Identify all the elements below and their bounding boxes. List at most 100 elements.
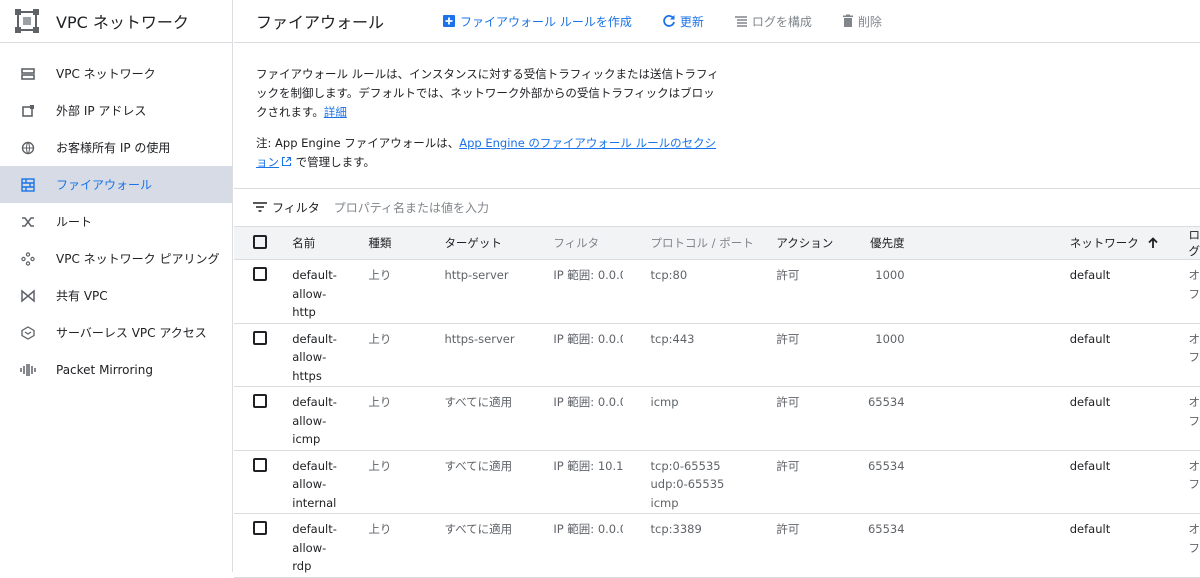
column-filter[interactable]: フィルタ [553, 227, 650, 260]
sidebar-item-vpc-network[interactable]: VPC ネットワーク [0, 55, 232, 92]
rule-name[interactable]: default-allow-rdp [292, 514, 368, 578]
sidebar-item-label: VPC ネットワーク ピアリング [56, 250, 219, 267]
sidebar-item-label: 共有 VPC [56, 287, 108, 304]
rule-action: 許可 [776, 514, 868, 578]
rule-target: https-server [444, 323, 553, 387]
row-checkbox[interactable] [253, 267, 267, 281]
column-action[interactable]: アクション [776, 227, 868, 260]
rule-filter: IP 範囲: 0.0.0 [553, 520, 623, 539]
column-type[interactable]: 種類 [368, 227, 444, 260]
row-checkbox[interactable] [253, 394, 267, 408]
sidebar-item-label: 外部 IP アドレス [56, 102, 146, 119]
rule-priority: 1000 [868, 323, 905, 387]
trash-icon [842, 14, 854, 28]
rule-type: 上り [368, 450, 444, 514]
sidebar: VPC ネットワーク VPC ネットワーク 外部 IP アドレス お客様所有 I… [0, 0, 233, 572]
column-protocol-port[interactable]: プロトコル / ポート [651, 227, 777, 260]
rule-priority: 1000 [868, 260, 905, 324]
vpc-network-icon [20, 66, 36, 82]
sidebar-item-packet-mirroring[interactable]: Packet Mirroring [0, 351, 232, 388]
table-header-row: 名前 種類 ターゲット フィルタ プロトコル / ポート アクション 優先度 ネ… [234, 227, 1200, 260]
filter-bar[interactable]: フィルタ プロパティ名または値を入力 [234, 188, 1200, 225]
sidebar-item-label: ルート [56, 213, 92, 230]
column-logs[interactable]: ログ [1189, 227, 1200, 260]
filter-input[interactable]: プロパティ名または値を入力 [334, 199, 489, 216]
row-checkbox[interactable] [253, 521, 267, 535]
sidebar-item-label: VPC ネットワーク [56, 65, 156, 82]
rule-type: 上り [368, 260, 444, 324]
firewall-icon [20, 177, 36, 193]
add-box-icon [442, 14, 456, 28]
rule-filter: IP 範囲: 0.0.0 [553, 330, 623, 349]
sidebar-item-label: お客様所有 IP の使用 [56, 139, 170, 156]
list-icon [734, 14, 748, 28]
rule-filter: IP 範囲: 0.0.0 [553, 393, 623, 412]
rule-logs: オフ [1189, 514, 1200, 578]
globe-icon [20, 140, 36, 156]
rule-name[interactable]: default-allow-icmp [292, 387, 368, 451]
rule-protocol: tcp:3389 [651, 514, 777, 578]
delete-button[interactable]: 削除 [842, 13, 882, 30]
vpc-product-icon [14, 8, 40, 34]
routes-icon [20, 214, 36, 230]
rule-target: すべてに適用 [444, 387, 553, 451]
external-ip-icon [20, 103, 36, 119]
column-name[interactable]: 名前 [292, 227, 368, 260]
rule-network[interactable]: default [1070, 260, 1189, 324]
rule-action: 許可 [776, 387, 868, 451]
rule-name[interactable]: default-allow-http [292, 260, 368, 324]
column-network[interactable]: ネットワーク [1070, 227, 1189, 260]
app-title: VPC ネットワーク [56, 9, 189, 33]
table-row[interactable]: default-allow-internal 上り すべてに適用 IP 範囲: … [234, 450, 1200, 514]
packet-mirroring-icon [20, 362, 36, 378]
sidebar-item-serverless-vpc[interactable]: サーバーレス VPC アクセス [0, 314, 232, 351]
refresh-button[interactable]: 更新 [662, 13, 704, 30]
serverless-icon [20, 325, 36, 341]
rule-logs: オフ [1189, 323, 1200, 387]
rule-priority: 65534 [868, 387, 905, 451]
table-row[interactable]: default-allow-rdp 上り すべてに適用 IP 範囲: 0.0.0… [234, 514, 1200, 578]
rule-network[interactable]: default [1070, 323, 1189, 387]
rule-network[interactable]: default [1070, 514, 1189, 578]
sidebar-item-routes[interactable]: ルート [0, 203, 232, 240]
rule-logs: オフ [1189, 260, 1200, 324]
sidebar-item-peering[interactable]: VPC ネットワーク ピアリング [0, 240, 232, 277]
rule-filter: IP 範囲: 10.12 [553, 457, 623, 476]
rule-type: 上り [368, 323, 444, 387]
description: ファイアウォール ルールは、インスタンスに対する受信トラフィックまたは送信トラフ… [234, 43, 744, 172]
select-all-checkbox[interactable] [253, 235, 267, 249]
sidebar-nav: VPC ネットワーク 外部 IP アドレス お客様所有 IP の使用 ファイアウ… [0, 43, 232, 388]
row-checkbox[interactable] [253, 331, 267, 345]
sidebar-item-firewall[interactable]: ファイアウォール [0, 166, 232, 203]
rule-filter: IP 範囲: 0.0.0 [553, 266, 623, 285]
rule-network[interactable]: default [1070, 387, 1189, 451]
rule-type: 上り [368, 514, 444, 578]
table-row[interactable]: default-allow-https 上り https-server IP 範… [234, 323, 1200, 387]
rule-network[interactable]: default [1070, 450, 1189, 514]
rule-protocol: tcp:0-65535udp:0-65535icmp [651, 450, 777, 514]
sidebar-item-external-ip[interactable]: 外部 IP アドレス [0, 92, 232, 129]
toolbar: ファイアウォール ファイアウォール ルールを作成 更新 ログを構成 削除 [234, 0, 1200, 43]
sidebar-item-shared-vpc[interactable]: 共有 VPC [0, 277, 232, 314]
rule-target: すべてに適用 [444, 450, 553, 514]
rule-action: 許可 [776, 450, 868, 514]
peering-icon [20, 251, 36, 267]
sort-ascending-icon [1147, 237, 1159, 249]
sidebar-header: VPC ネットワーク [0, 0, 232, 43]
column-target[interactable]: ターゲット [444, 227, 553, 260]
column-priority[interactable]: 優先度 [868, 227, 905, 260]
sidebar-item-label: Packet Mirroring [56, 363, 153, 377]
rule-name[interactable]: default-allow-internal [292, 450, 368, 514]
row-checkbox[interactable] [253, 458, 267, 472]
configure-logs-button[interactable]: ログを構成 [734, 13, 812, 30]
table-row[interactable]: default-allow-http 上り http-server IP 範囲:… [234, 260, 1200, 324]
table-row[interactable]: default-allow-icmp 上り すべてに適用 IP 範囲: 0.0.… [234, 387, 1200, 451]
learn-more-link[interactable]: 詳細 [324, 105, 347, 119]
rule-protocol: tcp:443 [651, 323, 777, 387]
sidebar-item-byoip[interactable]: お客様所有 IP の使用 [0, 129, 232, 166]
rule-logs: オフ [1189, 450, 1200, 514]
rule-priority: 65534 [868, 450, 905, 514]
rule-name[interactable]: default-allow-https [292, 323, 368, 387]
create-firewall-rule-button[interactable]: ファイアウォール ルールを作成 [442, 13, 632, 30]
filter-label: フィルタ [272, 199, 320, 216]
